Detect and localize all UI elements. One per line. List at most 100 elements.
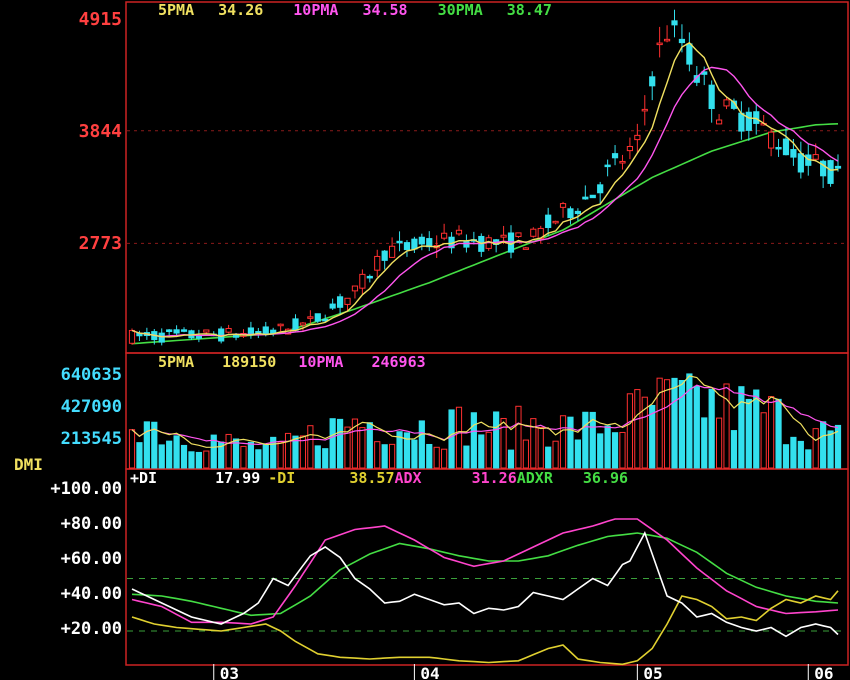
volume-bar-down xyxy=(827,430,834,469)
volume-bar-down xyxy=(493,411,500,469)
volume-bar-down xyxy=(745,398,752,469)
candle-down xyxy=(790,149,797,158)
date-tick-label: 04 xyxy=(420,664,439,680)
volume-bar-down xyxy=(805,449,812,469)
volume-bar-down xyxy=(463,445,470,469)
volume-bar-down xyxy=(604,425,611,469)
volume-bar-down xyxy=(322,448,329,469)
candle-up xyxy=(552,220,559,224)
volume-bar-down xyxy=(166,440,173,469)
candle-down xyxy=(292,318,299,331)
candle-down xyxy=(589,194,596,199)
volume-bar-down xyxy=(158,444,165,469)
volume-bar-up xyxy=(626,393,634,469)
ma30-legend-value: 38.47 xyxy=(507,1,552,19)
dmi-tick-label: +80.00 xyxy=(61,514,122,534)
candle-up xyxy=(663,38,671,42)
candle-up xyxy=(812,154,819,160)
volume-bar-down xyxy=(597,433,604,469)
candle-down xyxy=(775,146,782,150)
volume-bar-down xyxy=(195,451,202,469)
volume-bar-up xyxy=(225,433,232,469)
candle-down xyxy=(671,20,678,26)
volume-bar-down xyxy=(790,436,797,469)
candle-down xyxy=(232,335,240,338)
volume-bar-down xyxy=(255,449,262,469)
candle-up xyxy=(128,329,136,344)
volume-bar-down xyxy=(136,442,143,469)
candle-down xyxy=(597,184,604,194)
candle-down xyxy=(403,242,411,251)
volume-bar-down xyxy=(782,444,790,469)
volume-bar-up xyxy=(723,383,730,469)
candle-up xyxy=(203,329,210,333)
volume-bar-down xyxy=(574,439,581,469)
volume-bar-up xyxy=(768,396,775,469)
volume-bar-down xyxy=(738,386,745,469)
volume-bar-down xyxy=(314,445,321,469)
volume-bar-down xyxy=(545,446,552,469)
candle-up xyxy=(299,322,307,326)
adx-legend-value: 31.26 xyxy=(472,469,517,487)
candle-down xyxy=(604,164,611,168)
volume-bar-up xyxy=(500,417,507,469)
volume-bar-up xyxy=(522,439,529,469)
volume-bar-down xyxy=(188,451,195,469)
volume-bar-up xyxy=(277,441,284,469)
volume-bar-down xyxy=(426,443,433,469)
candle-down xyxy=(262,326,269,336)
candle-down xyxy=(158,332,165,343)
vol-ma5-legend-label: 5PMA xyxy=(158,353,194,371)
volume-bar-down xyxy=(247,441,255,469)
dmi-tick-label: +100.00 xyxy=(50,479,122,499)
volume-bar-down xyxy=(693,385,700,469)
volume-bar-up xyxy=(559,415,567,469)
dmi-tick-label: +60.00 xyxy=(61,549,122,569)
volume-bar-down xyxy=(567,416,574,469)
candle-down xyxy=(314,313,321,322)
dmi-title: DMI xyxy=(14,455,43,474)
date-tick-label: 05 xyxy=(643,664,662,680)
volume-bar-down xyxy=(143,421,150,469)
adxr-legend-label: ADXR xyxy=(517,469,554,487)
candle-up xyxy=(641,108,648,112)
price-tick-label: 4915 xyxy=(79,9,122,30)
candle-up xyxy=(522,247,529,250)
ma5-legend-value: 34.26 xyxy=(218,1,263,19)
candle-up xyxy=(634,134,641,141)
vol-ma10-legend-value: 246963 xyxy=(371,353,425,371)
pdi-legend-label: +DI xyxy=(130,469,157,487)
candle-down xyxy=(649,76,656,87)
volume-bar-down xyxy=(797,440,804,469)
volume-bar-down xyxy=(582,411,589,469)
volume-bar-down xyxy=(448,409,455,469)
dmi-tick-label: +40.00 xyxy=(61,584,122,604)
vol-ma5-legend-value: 189150 xyxy=(222,353,276,371)
volume-bar-down xyxy=(262,444,269,469)
volume-bar-down xyxy=(678,380,686,469)
mdi-legend-value: 38.57 xyxy=(349,469,394,487)
candle-down xyxy=(686,43,693,65)
volume-tick-label: 213545 xyxy=(61,429,122,449)
volume-bar-up xyxy=(455,406,463,469)
volume-bar-up xyxy=(359,427,366,469)
candle-down xyxy=(247,327,255,335)
candle-up xyxy=(455,229,463,235)
volume-bar-up xyxy=(240,445,247,469)
volume-bar-up xyxy=(203,450,210,469)
stock-chart: 4915 3844 2773 5PMA 34.26 10PMA 34.58 30PMA 3… xyxy=(0,0,850,680)
candle-down xyxy=(166,329,173,333)
candle-down xyxy=(366,275,373,279)
candle-up xyxy=(723,99,730,107)
adx-legend-label: ADX xyxy=(395,469,422,487)
ma10-legend-label: 10PMA xyxy=(293,1,338,19)
candle-up xyxy=(359,273,366,289)
candle-down xyxy=(195,335,202,339)
candle-down xyxy=(411,238,418,250)
mdi-legend-label: -DI xyxy=(268,469,295,487)
candle-up xyxy=(351,285,359,292)
candle-down xyxy=(180,329,188,332)
volume-bar-down xyxy=(418,420,425,469)
candle-down xyxy=(827,160,834,184)
candle-down xyxy=(574,210,581,215)
